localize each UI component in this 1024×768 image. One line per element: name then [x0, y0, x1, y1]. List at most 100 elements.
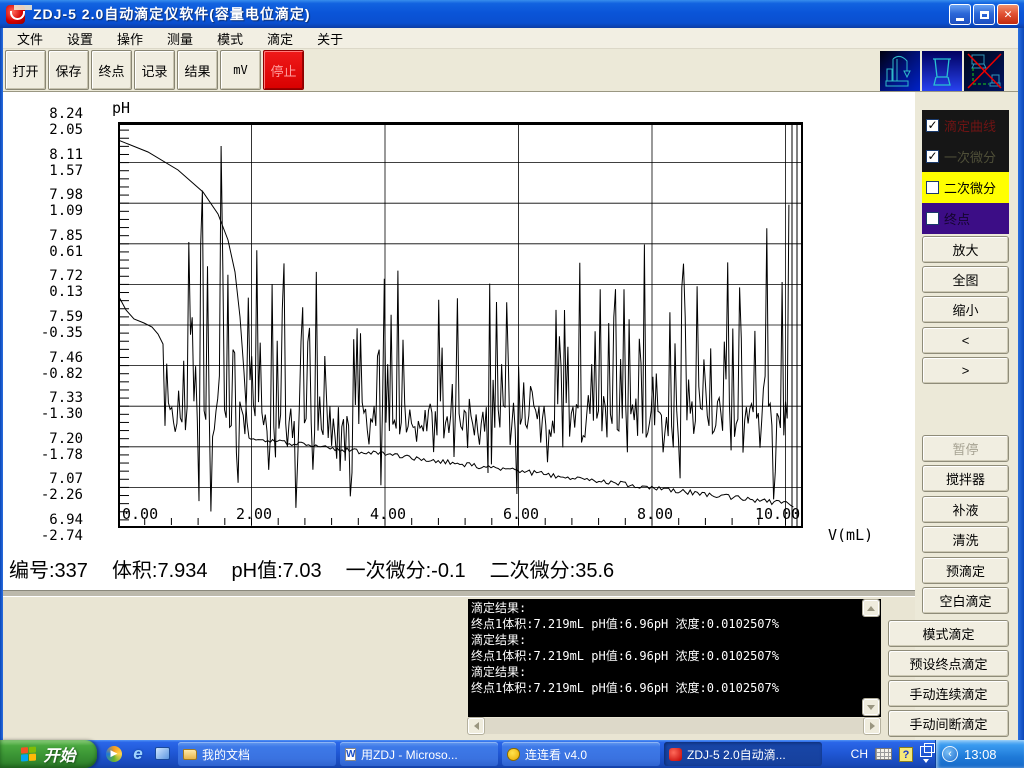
zoom-out-button[interactable]: 缩小 — [922, 296, 1009, 323]
scroll-right-button[interactable] — [864, 718, 880, 734]
legend-row-endpoint[interactable]: 终点 — [922, 203, 1009, 234]
zdj-app-icon — [669, 748, 682, 761]
console-line: 滴定结果: — [471, 632, 878, 648]
menu-mode[interactable]: 模式 — [211, 27, 249, 50]
outlook-quicklaunch-icon[interactable] — [152, 743, 172, 764]
menu-file[interactable]: 文件 — [11, 27, 49, 50]
restore-window-tray-icon[interactable] — [920, 746, 932, 757]
curve-legend: ✓ 滴定曲线 ✓ 一次微分 二次微分 终点 — [922, 110, 1009, 234]
mv-button[interactable]: mV — [220, 50, 261, 90]
collapse-tray-button[interactable]: ‹ — [942, 746, 958, 762]
maximize-icon — [980, 11, 989, 19]
internet-explorer-quicklaunch-icon[interactable]: e — [128, 743, 148, 764]
taskbar: 开始 ▶ e 我的文档 W 用ZDJ - Microso... 连连看 v4.0… — [0, 740, 1024, 768]
y-tick: 7.46-0.82 — [15, 350, 83, 382]
readout-first-derivative: 一次微分:-0.1 — [346, 554, 466, 583]
scroll-up-button[interactable] — [863, 600, 879, 616]
y-axis-title: pH — [112, 99, 130, 117]
manual-continuous-titration-button[interactable]: 手动连续滴定 — [888, 680, 1009, 707]
y-tick: 7.850.61 — [15, 228, 83, 260]
checkbox[interactable]: ✓ — [926, 119, 939, 132]
y-tick: 7.720.13 — [15, 268, 83, 300]
divider — [3, 590, 915, 597]
y-tick: 7.33-1.30 — [15, 390, 83, 422]
help-tray-icon[interactable]: ? — [899, 747, 913, 762]
legend-row-first-derivative[interactable]: ✓ 一次微分 — [922, 141, 1009, 172]
menu-measure[interactable]: 测量 — [161, 27, 199, 50]
desktop: ZDJ-5 2.0自动滴定仪软件(容量电位滴定) ✕ 文件 设置 操作 测量 模… — [0, 0, 1024, 768]
window-border — [1018, 28, 1024, 740]
full-view-button[interactable]: 全图 — [922, 266, 1009, 293]
word-document-icon: W — [345, 748, 356, 761]
y-tick: 8.111.57 — [15, 147, 83, 179]
y-tick: 7.07-2.26 — [15, 471, 83, 503]
start-button[interactable]: 开始 — [0, 740, 97, 768]
blank-titration-button[interactable]: 空白滴定 — [922, 587, 1009, 614]
menu-operation[interactable]: 操作 — [111, 27, 149, 50]
x-tick: 6.00 — [499, 505, 543, 523]
close-button[interactable]: ✕ — [997, 4, 1019, 25]
start-label: 开始 — [43, 742, 75, 766]
record-button[interactable]: 记录 — [134, 50, 175, 90]
task-zdj5-app[interactable]: ZDJ-5 2.0自动滴... — [664, 742, 822, 766]
preset-endpoint-titration-button[interactable]: 预设终点滴定 — [888, 650, 1009, 677]
windows-logo-icon — [21, 746, 37, 762]
arrow-up-icon — [867, 606, 875, 611]
window-title: ZDJ-5 2.0自动滴定仪软件(容量电位滴定) — [33, 4, 311, 24]
window-titlebar: ZDJ-5 2.0自动滴定仪软件(容量电位滴定) ✕ — [0, 0, 1024, 28]
scroll-left-button[interactable] — [468, 718, 484, 734]
disabled-setup-graphic-icon — [964, 51, 1004, 91]
manual-intermittent-titration-button[interactable]: 手动间断滴定 — [888, 710, 1009, 737]
menu-titration[interactable]: 滴定 — [261, 27, 299, 50]
mode-titration-button[interactable]: 模式滴定 — [888, 620, 1009, 647]
tray-overflow-arrow-icon[interactable] — [923, 759, 929, 763]
result-button[interactable]: 结果 — [177, 50, 218, 90]
pause-button: 暂停 — [922, 435, 1009, 462]
titration-plot[interactable] — [118, 122, 803, 528]
open-button[interactable]: 打开 — [5, 50, 46, 90]
task-lianliankan-game[interactable]: 连连看 v4.0 — [502, 742, 660, 766]
live-readout: 编号:337 体积:7.934 pH值:7.03 一次微分:-0.1 二次微分:… — [9, 554, 614, 583]
beaker-graphic-icon — [922, 51, 962, 91]
endpoint-button[interactable]: 终点 — [91, 50, 132, 90]
menu-settings[interactable]: 设置 — [61, 27, 99, 50]
legend-row-titration-curve[interactable]: ✓ 滴定曲线 — [922, 110, 1009, 141]
scroll-down-button[interactable] — [863, 699, 879, 715]
media-player-quicklaunch-icon[interactable]: ▶ — [104, 743, 124, 764]
readout-number: 编号:337 — [9, 554, 88, 583]
pan-left-button[interactable]: < — [922, 327, 1009, 354]
minimize-button[interactable] — [949, 4, 971, 25]
checkbox[interactable] — [926, 181, 939, 194]
checkbox[interactable]: ✓ — [926, 150, 939, 163]
rinse-button[interactable]: 清洗 — [922, 526, 1009, 553]
lower-panel: 滴定结果: 终点1体积:7.219mL pH值:6.96pH 浓度:0.0102… — [3, 597, 915, 740]
stirrer-button[interactable]: 搅拌器 — [922, 465, 1009, 492]
keyboard-icon[interactable] — [875, 748, 892, 760]
task-word-document[interactable]: W 用ZDJ - Microso... — [340, 742, 498, 766]
zoom-in-button[interactable]: 放大 — [922, 236, 1009, 263]
menu-bar: 文件 设置 操作 测量 模式 滴定 关于 — [3, 28, 1018, 49]
legend-row-second-derivative[interactable]: 二次微分 — [922, 172, 1009, 203]
pre-titration-button[interactable]: 预滴定 — [922, 557, 1009, 584]
x-tick: 8.00 — [633, 505, 677, 523]
result-console[interactable]: 滴定结果: 终点1体积:7.219mL pH值:6.96pH 浓度:0.0102… — [468, 599, 881, 717]
ime-language-indicator[interactable]: CH — [851, 747, 868, 761]
arrow-right-icon — [870, 722, 875, 730]
save-button[interactable]: 保存 — [48, 50, 89, 90]
menu-about[interactable]: 关于 — [311, 27, 349, 50]
stop-button[interactable]: 停止 — [263, 50, 304, 90]
toolbar: 打开 保存 终点 记录 结果 mV 停止 — [3, 49, 1018, 92]
x-tick: 2.00 — [232, 505, 276, 523]
pan-right-button[interactable]: > — [922, 357, 1009, 384]
checkbox[interactable] — [926, 212, 939, 225]
task-my-documents[interactable]: 我的文档 — [178, 742, 336, 766]
arrow-down-icon — [867, 705, 875, 710]
y-tick: 7.59-0.35 — [15, 309, 83, 341]
console-line: 滴定结果: — [471, 664, 878, 680]
horizontal-scrollbar[interactable] — [468, 718, 881, 734]
y-tick: 8.242.05 — [15, 106, 83, 138]
refill-button[interactable]: 补液 — [922, 496, 1009, 523]
maximize-button[interactable] — [973, 4, 995, 25]
minimize-icon — [956, 18, 964, 21]
arrow-left-icon — [474, 722, 479, 730]
